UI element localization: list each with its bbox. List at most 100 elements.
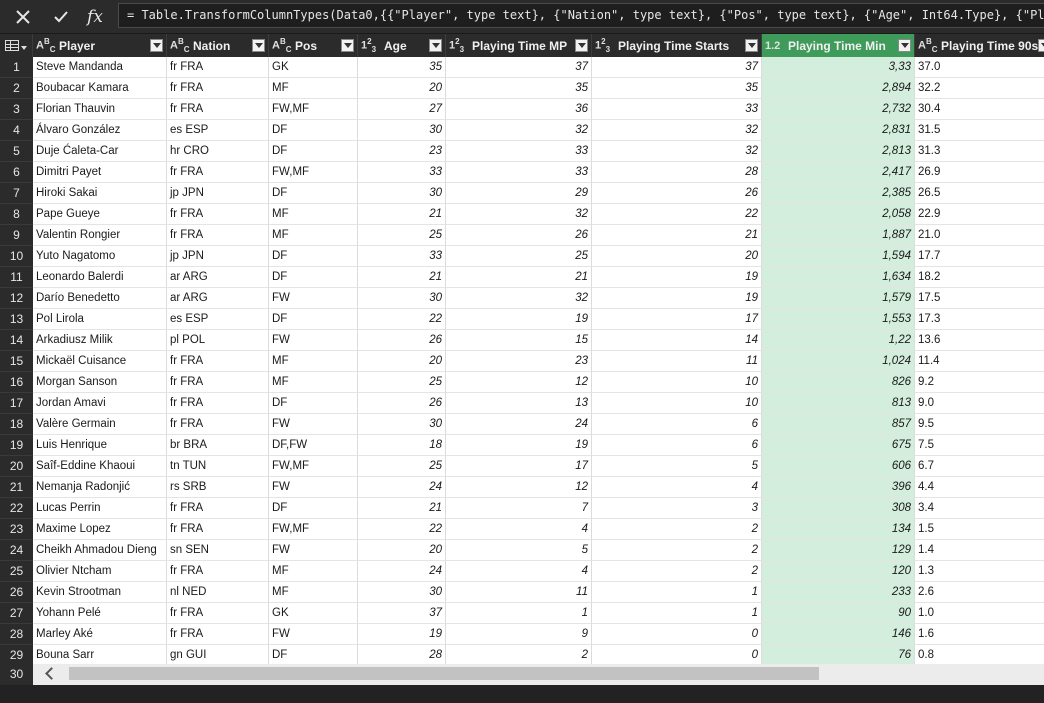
cell-mp[interactable]: 32 [446, 288, 592, 309]
cell-nation[interactable]: br BRA [167, 435, 269, 456]
cell-n90[interactable]: 7.5 [915, 435, 1044, 456]
cell-player[interactable]: Maxime Lopez [33, 519, 167, 540]
cell-min[interactable]: 2,417 [762, 162, 915, 183]
cell-pos[interactable]: FW [269, 477, 358, 498]
cell-nation[interactable]: fr FRA [167, 393, 269, 414]
cell-min[interactable]: 396 [762, 477, 915, 498]
filter-dropdown-button[interactable] [575, 39, 588, 52]
filter-dropdown-button[interactable] [150, 39, 163, 52]
cell-nation[interactable]: fr FRA [167, 204, 269, 225]
row-number[interactable]: 14 [0, 330, 33, 351]
cell-starts[interactable]: 37 [592, 57, 762, 78]
row-number[interactable]: 11 [0, 267, 33, 288]
row-number[interactable]: 19 [0, 435, 33, 456]
cell-nation[interactable]: gn GUI [167, 645, 269, 666]
cell-player[interactable]: Mickaël Cuisance [33, 351, 167, 372]
cell-pos[interactable]: FW [269, 288, 358, 309]
horizontal-scrollbar[interactable] [33, 664, 1044, 685]
cell-min[interactable]: 2,813 [762, 141, 915, 162]
cell-pos[interactable]: DF [269, 246, 358, 267]
cell-player[interactable]: Pape Gueye [33, 204, 167, 225]
cell-pos[interactable]: FW,MF [269, 519, 358, 540]
cell-min[interactable]: 1,024 [762, 351, 915, 372]
cell-nation[interactable]: ar ARG [167, 267, 269, 288]
column-header-mp[interactable]: 123 Playing Time MP [446, 34, 592, 57]
cell-age[interactable]: 28 [358, 645, 446, 666]
cell-pos[interactable]: GK [269, 603, 358, 624]
column-header-age[interactable]: 123 Age [358, 34, 446, 57]
cell-player[interactable]: Yohann Pelé [33, 603, 167, 624]
cell-player[interactable]: Valentin Rongier [33, 225, 167, 246]
cell-min[interactable]: 1,887 [762, 225, 915, 246]
row-number[interactable]: 27 [0, 603, 33, 624]
cell-starts[interactable]: 3 [592, 498, 762, 519]
cell-player[interactable]: Leonardo Balerdi [33, 267, 167, 288]
cell-nation[interactable]: jp JPN [167, 246, 269, 267]
cell-nation[interactable]: fr FRA [167, 162, 269, 183]
cell-n90[interactable]: 9.0 [915, 393, 1044, 414]
cell-pos[interactable]: MF [269, 204, 358, 225]
cell-mp[interactable]: 5 [446, 540, 592, 561]
cell-n90[interactable]: 9.5 [915, 414, 1044, 435]
filter-dropdown-button[interactable] [1038, 39, 1044, 52]
cell-starts[interactable]: 0 [592, 624, 762, 645]
cell-mp[interactable]: 7 [446, 498, 592, 519]
cell-min[interactable]: 1,553 [762, 309, 915, 330]
cell-starts[interactable]: 26 [592, 183, 762, 204]
cell-n90[interactable]: 4.4 [915, 477, 1044, 498]
column-header-player[interactable]: ABC Player [33, 34, 167, 57]
cell-nation[interactable]: fr FRA [167, 57, 269, 78]
cell-min[interactable]: 1,22 [762, 330, 915, 351]
cell-age[interactable]: 20 [358, 540, 446, 561]
cell-mp[interactable]: 19 [446, 309, 592, 330]
cell-nation[interactable]: fr FRA [167, 519, 269, 540]
column-header-nation[interactable]: ABC Nation [167, 34, 269, 57]
row-number[interactable]: 17 [0, 393, 33, 414]
filter-dropdown-button[interactable] [745, 39, 758, 52]
cell-age[interactable]: 33 [358, 246, 446, 267]
cell-n90[interactable]: 22.9 [915, 204, 1044, 225]
cell-pos[interactable]: MF [269, 78, 358, 99]
cell-mp[interactable]: 26 [446, 225, 592, 246]
cell-min[interactable]: 1,594 [762, 246, 915, 267]
cell-pos[interactable]: FW,MF [269, 162, 358, 183]
cell-pos[interactable]: DF [269, 498, 358, 519]
cell-starts[interactable]: 11 [592, 351, 762, 372]
cell-n90[interactable]: 37.0 [915, 57, 1044, 78]
cell-age[interactable]: 25 [358, 225, 446, 246]
cell-pos[interactable]: DF,FW [269, 435, 358, 456]
cell-player[interactable]: Dimitri Payet [33, 162, 167, 183]
cell-age[interactable]: 30 [358, 183, 446, 204]
row-number[interactable]: 12 [0, 288, 33, 309]
cell-player[interactable]: Cheikh Ahmadou Dieng [33, 540, 167, 561]
cell-n90[interactable]: 17.3 [915, 309, 1044, 330]
cell-pos[interactable]: FW [269, 624, 358, 645]
cell-player[interactable]: Florian Thauvin [33, 99, 167, 120]
whole-number-type-icon[interactable]: 123 [449, 37, 469, 54]
cell-nation[interactable]: pl POL [167, 330, 269, 351]
cell-starts[interactable]: 5 [592, 456, 762, 477]
cell-nation[interactable]: fr FRA [167, 603, 269, 624]
cell-starts[interactable]: 4 [592, 477, 762, 498]
decimal-type-icon[interactable]: 1.2 [765, 40, 785, 52]
row-number[interactable]: 23 [0, 519, 33, 540]
cell-starts[interactable]: 28 [592, 162, 762, 183]
whole-number-type-icon[interactable]: 123 [361, 37, 381, 54]
cell-mp[interactable]: 32 [446, 120, 592, 141]
cell-nation[interactable]: fr FRA [167, 351, 269, 372]
row-number[interactable]: 18 [0, 414, 33, 435]
cell-starts[interactable]: 32 [592, 120, 762, 141]
cell-age[interactable]: 30 [358, 120, 446, 141]
row-number[interactable]: 10 [0, 246, 33, 267]
row-number[interactable]: 4 [0, 120, 33, 141]
filter-dropdown-button[interactable] [252, 39, 265, 52]
cell-n90[interactable]: 1.4 [915, 540, 1044, 561]
cell-player[interactable]: Álvaro González [33, 120, 167, 141]
cell-age[interactable]: 23 [358, 141, 446, 162]
cell-nation[interactable]: ar ARG [167, 288, 269, 309]
cell-n90[interactable]: 2.6 [915, 582, 1044, 603]
cell-age[interactable]: 27 [358, 99, 446, 120]
cell-n90[interactable]: 9.2 [915, 372, 1044, 393]
cell-player[interactable]: Duje Ćaleta-Car [33, 141, 167, 162]
cell-starts[interactable]: 35 [592, 78, 762, 99]
